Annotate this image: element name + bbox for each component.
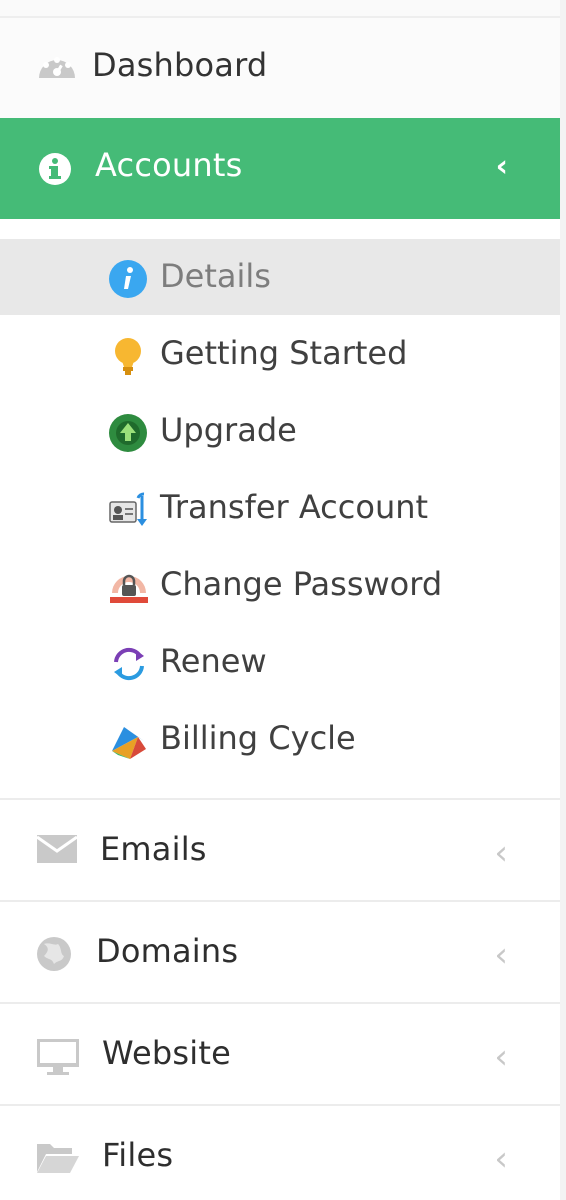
dashboard-icon: [36, 50, 78, 80]
accounts-submenu: Details Getting Started Upgrade Transfer…: [0, 219, 560, 799]
sidebar-item-label: Domains: [96, 932, 239, 970]
submenu-item-label: Renew: [160, 642, 267, 680]
chevron-left-icon: ‹: [494, 833, 508, 873]
submenu-item-details[interactable]: Details: [0, 239, 560, 315]
submenu-item-change-password[interactable]: Change Password: [0, 547, 560, 623]
sidebar-edge: [560, 0, 566, 1200]
sidebar-item-dashboard[interactable]: Dashboard: [0, 18, 560, 118]
submenu-item-label: Details: [160, 257, 271, 295]
sidebar-item-website[interactable]: Website ‹: [0, 1004, 560, 1104]
sidebar-item-files[interactable]: Files ‹: [0, 1106, 560, 1200]
change-password-icon: [108, 567, 150, 607]
sidebar-item-emails[interactable]: Emails ‹: [0, 800, 560, 900]
submenu-item-getting-started[interactable]: Getting Started: [0, 316, 560, 392]
top-divider: [0, 0, 560, 18]
envelope-icon: [36, 834, 78, 864]
details-info-icon: [108, 259, 148, 299]
renew-icon: [108, 644, 150, 684]
sidebar-item-accounts[interactable]: Accounts ‹: [0, 118, 560, 219]
chevron-left-icon: ‹: [495, 149, 508, 184]
sidebar-item-label: Dashboard: [92, 46, 268, 84]
folder-open-icon: [36, 1140, 80, 1174]
submenu-item-label: Upgrade: [160, 411, 297, 449]
submenu-item-renew[interactable]: Renew: [0, 624, 560, 700]
submenu-item-billing-cycle[interactable]: Billing Cycle: [0, 701, 560, 777]
submenu-item-label: Transfer Account: [160, 488, 429, 526]
sidebar-item-label: Emails: [100, 830, 207, 868]
monitor-icon: [36, 1038, 80, 1076]
sidebar-nav: Dashboard Accounts ‹ Details Getting Sta…: [0, 0, 566, 1200]
upgrade-icon: [108, 413, 148, 453]
billing-cycle-icon: [108, 721, 150, 763]
chevron-left-icon: ‹: [494, 1037, 508, 1077]
chevron-left-icon: ‹: [494, 1139, 508, 1179]
chevron-left-icon: ‹: [494, 935, 508, 975]
submenu-item-label: Getting Started: [160, 334, 408, 372]
info-circle-icon: [38, 152, 72, 186]
sidebar-item-domains[interactable]: Domains ‹: [0, 902, 560, 1002]
submenu-item-label: Change Password: [160, 565, 443, 603]
submenu-item-label: Billing Cycle: [160, 719, 356, 757]
transfer-account-icon: [108, 490, 150, 530]
submenu-item-upgrade[interactable]: Upgrade: [0, 393, 560, 469]
submenu-item-transfer-account[interactable]: Transfer Account: [0, 470, 560, 546]
sidebar-item-label: Files: [102, 1136, 174, 1174]
sidebar-item-label: Website: [102, 1034, 231, 1072]
globe-icon: [36, 936, 72, 972]
sidebar-item-label: Accounts: [95, 146, 243, 184]
lightbulb-icon: [108, 336, 148, 378]
